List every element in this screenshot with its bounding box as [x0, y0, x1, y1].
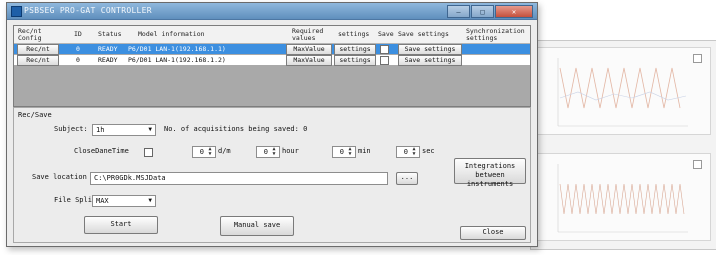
seconds-unit: sec	[422, 147, 435, 155]
hours-value: 0	[263, 148, 268, 156]
close-window-button[interactable]: ✕	[495, 5, 533, 18]
save-location-input[interactable]: C:\PR0GDk.MSJData	[90, 172, 388, 185]
legend-checkbox[interactable]	[693, 54, 702, 63]
days-unit: d/m	[218, 147, 231, 155]
days-spinner[interactable]: 0 ▲ ▼	[192, 146, 216, 158]
start-label: Start	[110, 220, 132, 228]
spin-arrows-icon[interactable]: ▲ ▼	[410, 147, 418, 157]
row-id: 0	[76, 45, 80, 53]
waveform-chart-bottom	[557, 164, 688, 233]
minutes-value: 0	[339, 148, 344, 156]
save-settings-button[interactable]: Save settings	[398, 55, 462, 66]
row-model: P6/D01 LAN-1(192.168.1.2)	[128, 56, 226, 64]
manual-save-label: Manual save	[233, 221, 281, 229]
hours-spinner[interactable]: 0 ▲ ▼	[256, 146, 280, 158]
window-controls: – □ ✕	[446, 5, 533, 18]
file-split-value: MAX	[96, 197, 109, 205]
waveform-panel-top	[537, 47, 711, 135]
waveform-panel-bottom	[537, 153, 711, 241]
required-values-button[interactable]: MaxValue	[286, 55, 332, 66]
header-settings: settings	[338, 30, 370, 38]
settings-button[interactable]: settings	[334, 55, 376, 66]
seconds-spinner[interactable]: 0 ▲ ▼	[396, 146, 420, 158]
grid-header: Rec/nt Config ID Status Model informatio…	[14, 26, 530, 44]
table-row[interactable]: Rec/nt 0 READY P6/D01 LAN-1(192.168.1.1)…	[14, 44, 530, 55]
subject-label: Subject:	[54, 125, 88, 133]
minutes-spinner[interactable]: 0 ▲ ▼	[332, 146, 356, 158]
chevron-down-icon: ▼	[148, 126, 152, 133]
seconds-value: 0	[403, 148, 408, 156]
save-checkbox[interactable]	[380, 56, 389, 65]
header-save-settings: Save settings	[398, 30, 449, 38]
title-bar[interactable]: PSBSEG PRO-GAT CONTROLLER – □ ✕	[7, 3, 537, 20]
minutes-unit: min	[358, 147, 371, 155]
header-model-info: Model information	[138, 30, 205, 38]
close-icon: ✕	[511, 7, 517, 16]
group-title: Rec/Save	[18, 111, 52, 119]
rec-button[interactable]: Rec/nt	[17, 55, 59, 66]
app-icon	[11, 6, 22, 17]
close-label: Close	[482, 228, 504, 236]
header-save: Save	[378, 30, 394, 38]
row-id: 0	[76, 56, 80, 64]
subject-value: 1h	[96, 126, 105, 134]
rec-save-group: Rec/Save Subject: 1h ▼ No. of acquisitio…	[13, 107, 531, 243]
minimize-icon: –	[456, 7, 461, 16]
save-location-value: C:\PR0GDk.MSJData	[94, 174, 166, 182]
spin-arrows-icon[interactable]: ▲ ▼	[346, 147, 354, 157]
manual-save-button[interactable]: Manual save	[220, 216, 294, 236]
window-title: PSBSEG PRO-GAT CONTROLLER	[24, 6, 152, 15]
sync-instruments-button[interactable]: Integrations between instruments	[454, 158, 526, 188]
header-synchronization: Synchronization settings	[466, 27, 525, 42]
header-rec-info: Rec/nt Config	[18, 27, 42, 42]
instrument-grid: Rec/nt Config ID Status Model informatio…	[13, 25, 531, 107]
waveform-chart-top	[557, 58, 688, 127]
header-id: ID	[74, 30, 82, 38]
close-button[interactable]: Close	[460, 226, 526, 240]
minimize-button[interactable]: –	[447, 5, 470, 18]
spin-arrows-icon[interactable]: ▲ ▼	[270, 147, 278, 157]
close-data-checkbox[interactable]	[144, 148, 153, 157]
rec-button[interactable]: Rec/nt	[17, 44, 59, 55]
file-split-label: File Split	[54, 196, 97, 204]
maximize-icon: □	[480, 7, 485, 16]
days-value: 0	[199, 148, 204, 156]
header-required-values: Required values	[292, 27, 324, 42]
num-acquisitions-label: No. of acquisitions being saved: 0	[164, 125, 308, 133]
subject-select[interactable]: 1h ▼	[92, 124, 156, 136]
save-checkbox[interactable]	[380, 45, 389, 54]
browse-button[interactable]: ...	[396, 172, 418, 185]
file-split-select[interactable]: MAX ▼	[92, 195, 156, 207]
save-settings-button[interactable]: Save settings	[398, 44, 462, 55]
hours-unit: hour	[282, 147, 299, 155]
spin-arrows-icon[interactable]: ▲ ▼	[206, 147, 214, 157]
table-row[interactable]: Rec/nt 0 READY P6/D01 LAN-1(192.168.1.2)…	[14, 55, 530, 66]
row-model: P6/D01 LAN-1(192.168.1.1)	[128, 45, 226, 53]
sync-instruments-label: Integrations between instruments	[464, 162, 516, 188]
start-button[interactable]: Start	[84, 216, 158, 234]
settings-button[interactable]: settings	[334, 44, 376, 55]
header-status: Status	[98, 30, 122, 38]
browse-label: ...	[400, 173, 414, 181]
required-values-button[interactable]: MaxValue	[286, 44, 332, 55]
waveform-trace-top	[559, 67, 681, 109]
plot-window	[530, 40, 716, 250]
legend-checkbox[interactable]	[693, 160, 702, 169]
waveform-trace-bottom	[559, 183, 685, 215]
row-status: READY	[98, 56, 118, 64]
maximize-button[interactable]: □	[471, 5, 494, 18]
save-location-label: Save location	[32, 173, 87, 181]
controller-window: PSBSEG PRO-GAT CONTROLLER – □ ✕ Rec/nt C…	[6, 2, 538, 247]
close-data-label: CloseDaneTime	[74, 147, 129, 155]
row-status: READY	[98, 45, 118, 53]
chevron-down-icon: ▼	[148, 197, 152, 204]
